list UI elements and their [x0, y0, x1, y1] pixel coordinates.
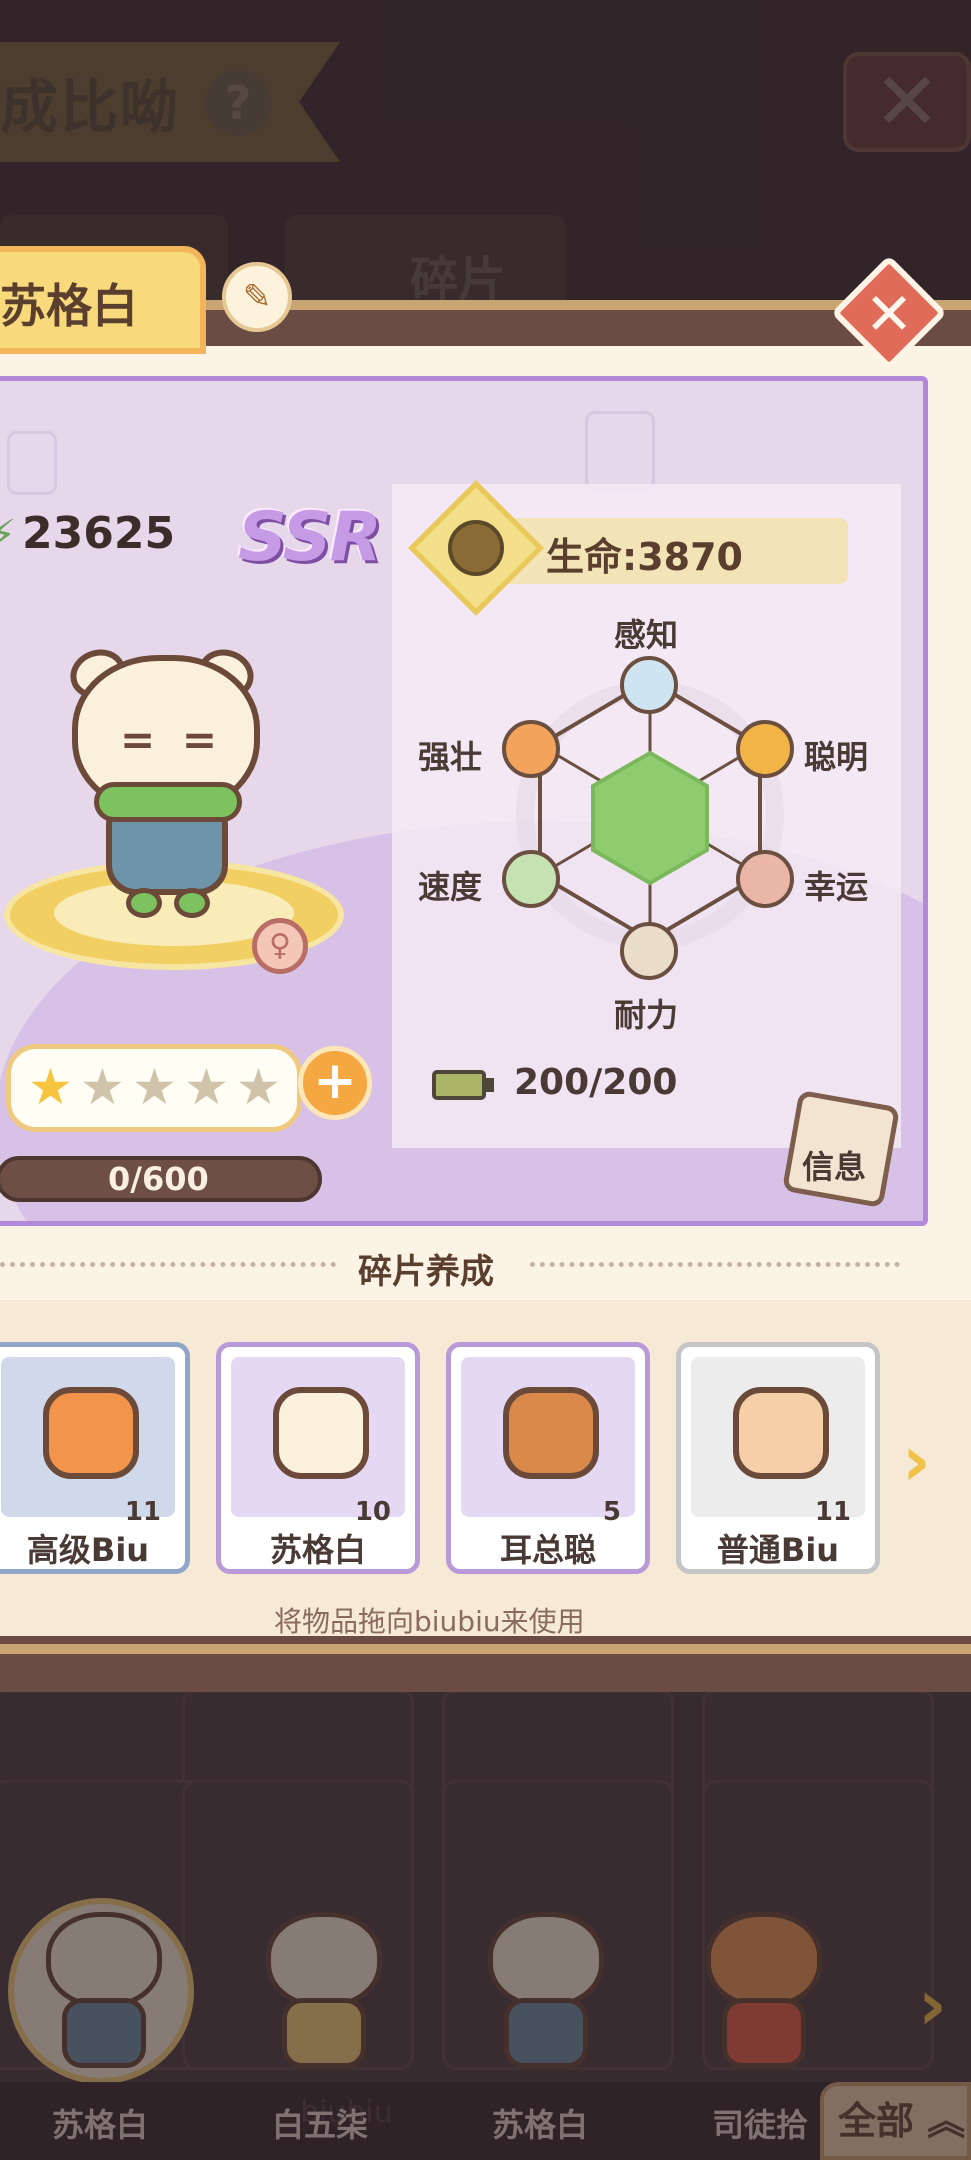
character-icon[interactable] — [478, 1912, 608, 2072]
star-empty-icon: ★ — [236, 1058, 281, 1116]
fragment-name: 高级Biu — [26, 1531, 150, 1569]
attribute-smart: 聪明 — [804, 738, 869, 776]
info-button-label: 信息 — [802, 1148, 867, 1186]
background-close-icon: ✕ — [843, 52, 971, 152]
cat-foot — [174, 888, 210, 918]
cat-foot — [126, 888, 162, 918]
pencil-icon: ✎ — [242, 277, 272, 317]
character-name: 白五柒 — [271, 2106, 368, 2144]
battery-icon — [432, 1070, 486, 1100]
eagle-icon — [620, 656, 678, 714]
fragment-item[interactable]: 11 普通Biu — [676, 1342, 880, 1574]
help-icon: ? — [205, 70, 271, 136]
fragment-item[interactable]: 10 苏格白 — [216, 1342, 420, 1574]
star-empty-icon: ★ — [132, 1058, 177, 1116]
attribute-endurance: 耐力 — [614, 996, 679, 1034]
power-value: 23625 — [22, 508, 176, 559]
battery-tip — [486, 1078, 494, 1092]
fragment-count: 10 — [354, 1497, 391, 1527]
star-empty-icon: ★ — [80, 1058, 125, 1116]
hp-label: 生命:3870 — [546, 535, 743, 579]
bear-icon — [502, 720, 560, 778]
turtle-icon — [448, 520, 504, 576]
star-filled-icon: ★ — [28, 1058, 73, 1116]
cheetah-icon — [502, 850, 560, 908]
ox-icon — [620, 922, 678, 980]
chevron-right-icon[interactable]: › — [902, 1420, 931, 1502]
fragment-count: 5 — [602, 1497, 621, 1527]
attribute-perception: 感知 — [614, 616, 679, 654]
character-name: 苏格白 — [491, 2106, 588, 2144]
character-name: 苏格白 — [51, 2106, 148, 2144]
background-title: 成比呦 — [0, 73, 181, 141]
attribute-lucky: 幸运 — [804, 868, 869, 906]
rarity-badge: SSR — [238, 498, 382, 577]
stamina-value: 200/200 — [514, 1062, 678, 1103]
fragment-name: 耳总聪 — [499, 1531, 596, 1569]
fragment-item[interactable]: 11 高级Biu — [0, 1342, 190, 1574]
power-icon: ⚡ — [0, 512, 17, 558]
fragment-name: 普通Biu — [716, 1531, 840, 1569]
character-name: 苏格白 — [0, 279, 138, 333]
puzzle-piece-icon — [273, 1387, 369, 1479]
attribute-speed: 速度 — [418, 868, 483, 906]
star-empty-icon: ★ — [184, 1058, 229, 1116]
female-icon: ♀ — [252, 918, 308, 974]
xp-progress-text: 0/600 — [108, 1160, 209, 1198]
fragments-section-title: 碎片养成 — [358, 1252, 494, 1292]
cat-scarf — [94, 782, 242, 822]
puzzle-piece-icon — [503, 1387, 599, 1479]
edit-name-button[interactable]: ✎ — [222, 262, 292, 332]
character-icon[interactable] — [36, 1912, 166, 2072]
chevron-right-icon[interactable]: › — [918, 1964, 947, 2046]
panel-bottom-line — [0, 1644, 971, 1654]
close-icon: ✕ — [864, 280, 914, 348]
fragment-count: 11 — [814, 1497, 851, 1527]
puzzle-piece-icon — [43, 1387, 139, 1479]
attribute-strong: 强壮 — [418, 738, 483, 776]
divider — [530, 1262, 900, 1267]
fragment-count: 11 — [124, 1497, 161, 1527]
fragment-name: 苏格白 — [269, 1531, 366, 1569]
cat-face: = = — [120, 715, 224, 764]
divider — [0, 1262, 336, 1267]
usage-hint: 将物品拖向biubiu来使用 — [274, 1605, 585, 1638]
upgrade-star-button[interactable]: + — [298, 1046, 372, 1120]
character-icon[interactable] — [696, 1912, 826, 2072]
horse-icon — [736, 850, 794, 908]
puzzle-piece-icon — [733, 1387, 829, 1479]
double-chevron-up-icon: ︽ — [927, 2099, 966, 2143]
fragment-item[interactable]: 5 耳总聪 — [446, 1342, 650, 1574]
all-filter-button[interactable]: 全部 ︽ — [820, 2082, 971, 2160]
monkey-icon — [736, 720, 794, 778]
character-icon[interactable] — [256, 1912, 386, 2072]
